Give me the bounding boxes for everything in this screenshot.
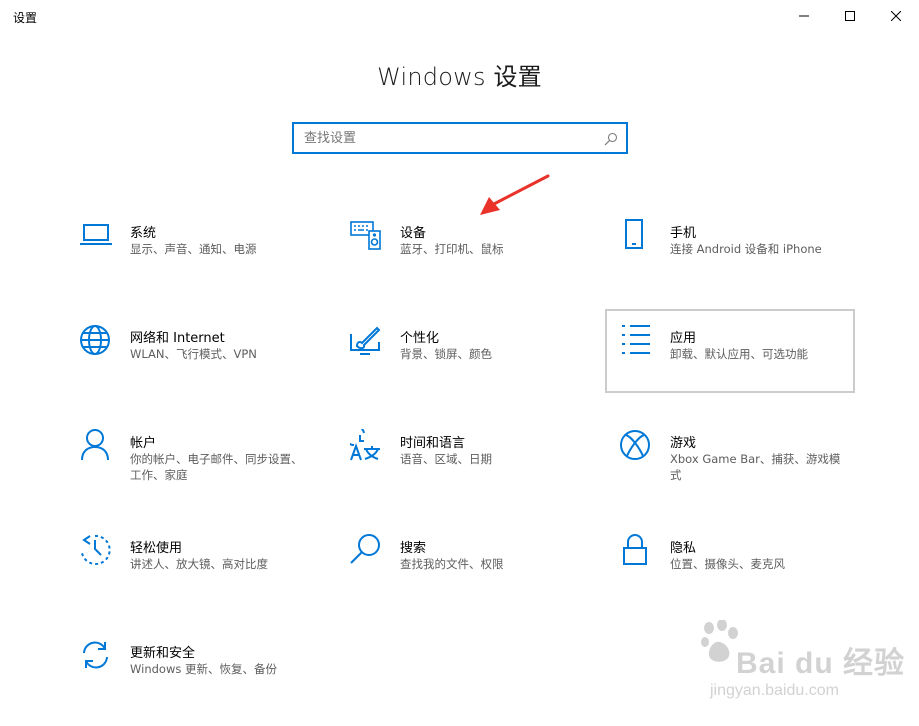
tile-update-security[interactable]: 更新和安全 Windows 更新、恢复、备份 — [80, 639, 328, 723]
tile-gaming[interactable]: 游戏 Xbox Game Bar、捕获、游戏模式 — [620, 429, 868, 513]
close-icon — [891, 11, 901, 21]
tile-desc: 位置、摄像头、麦克风 — [670, 557, 785, 571]
tile-title: 手机 — [670, 226, 697, 241]
tile-title: 应用 — [670, 331, 697, 346]
tile-desc: WLAN、飞行模式、VPN — [130, 347, 257, 361]
tile-title: 轻松使用 — [130, 541, 183, 556]
tile-title: 网络和 Internet — [130, 331, 225, 346]
close-button[interactable] — [873, 0, 919, 32]
keyboard-speaker-icon — [350, 219, 382, 251]
lock-icon — [620, 534, 652, 566]
xbox-icon — [620, 429, 652, 461]
tile-apps[interactable]: 应用 卸载、默认应用、可选功能 — [605, 309, 855, 393]
tile-title: 更新和安全 — [130, 646, 196, 661]
globe-icon — [80, 324, 112, 356]
tile-privacy[interactable]: 隐私 位置、摄像头、麦克风 — [620, 534, 868, 618]
tile-search[interactable]: 搜索 查找我的文件、权限 — [350, 534, 598, 618]
window-title: 设置 — [13, 11, 38, 25]
tile-desc: 连接 Android 设备和 iPhone — [670, 242, 822, 256]
tile-title: 系统 — [130, 226, 157, 241]
search-input[interactable] — [294, 124, 604, 152]
tile-desc: 背景、锁屏、颜色 — [400, 347, 492, 361]
tile-title: 个性化 — [400, 331, 440, 346]
tile-title: 时间和语言 — [400, 436, 466, 451]
minimize-button[interactable] — [781, 0, 827, 32]
laptop-icon — [80, 219, 112, 251]
tile-personalization[interactable]: 个性化 背景、锁屏、颜色 — [350, 324, 598, 408]
tile-title: 游戏 — [670, 436, 697, 451]
tile-desc: 你的帐户、电子邮件、同步设置、工作、家庭 — [130, 452, 303, 482]
tile-title: 设备 — [400, 226, 427, 241]
app-list-icon — [620, 324, 652, 356]
title-bar: 设置 — [0, 0, 919, 32]
tile-ease-of-access[interactable]: 轻松使用 讲述人、放大镜、高对比度 — [80, 534, 328, 618]
tile-title: 帐户 — [130, 436, 157, 451]
tile-desc: 显示、声音、通知、电源 — [130, 242, 257, 256]
tile-desc: Xbox Game Bar、捕获、游戏模式 — [670, 452, 841, 482]
annotation-arrow — [480, 174, 550, 215]
page-title: Windows 设置 — [377, 63, 542, 91]
tile-system[interactable]: 系统 显示、声音、通知、电源 — [80, 219, 328, 303]
maximize-icon — [845, 11, 855, 21]
tile-desc: 查找我的文件、权限 — [400, 557, 504, 571]
ease-of-access-icon — [80, 534, 112, 566]
search-box[interactable] — [292, 122, 628, 154]
tile-desc: 蓝牙、打印机、鼠标 — [400, 242, 504, 256]
tile-network[interactable]: 网络和 Internet WLAN、飞行模式、VPN — [80, 324, 328, 408]
tile-time-language[interactable]: 时间和语言 语音、区域、日期 — [350, 429, 598, 513]
person-icon — [80, 429, 112, 461]
time-language-icon — [350, 429, 382, 461]
paint-brush-icon — [350, 324, 382, 356]
tile-phone[interactable]: 手机 连接 Android 设备和 iPhone — [620, 219, 868, 303]
tile-title: 搜索 — [400, 541, 427, 556]
tile-title: 隐私 — [670, 541, 697, 556]
watermark-url: jingyan.baidu.com — [710, 682, 839, 699]
magnifier-icon — [350, 534, 382, 566]
watermark-brand: Bai du 经验 — [736, 647, 906, 680]
tile-desc: Windows 更新、恢复、备份 — [130, 662, 277, 676]
minimize-icon — [799, 11, 809, 21]
tile-accounts[interactable]: 帐户 你的帐户、电子邮件、同步设置、工作、家庭 — [80, 429, 328, 513]
search-icon[interactable] — [604, 131, 618, 150]
baidu-watermark: Bai du 经验 jingyan.baidu.com — [700, 618, 904, 708]
tile-desc: 语音、区域、日期 — [400, 452, 492, 466]
paw-logo-icon — [701, 620, 738, 662]
tile-devices[interactable]: 设备 蓝牙、打印机、鼠标 — [350, 219, 598, 303]
phone-icon — [620, 219, 652, 251]
tile-desc: 卸载、默认应用、可选功能 — [670, 347, 808, 361]
maximize-button[interactable] — [827, 0, 873, 32]
tile-desc: 讲述人、放大镜、高对比度 — [130, 557, 268, 571]
sync-icon — [80, 639, 112, 671]
